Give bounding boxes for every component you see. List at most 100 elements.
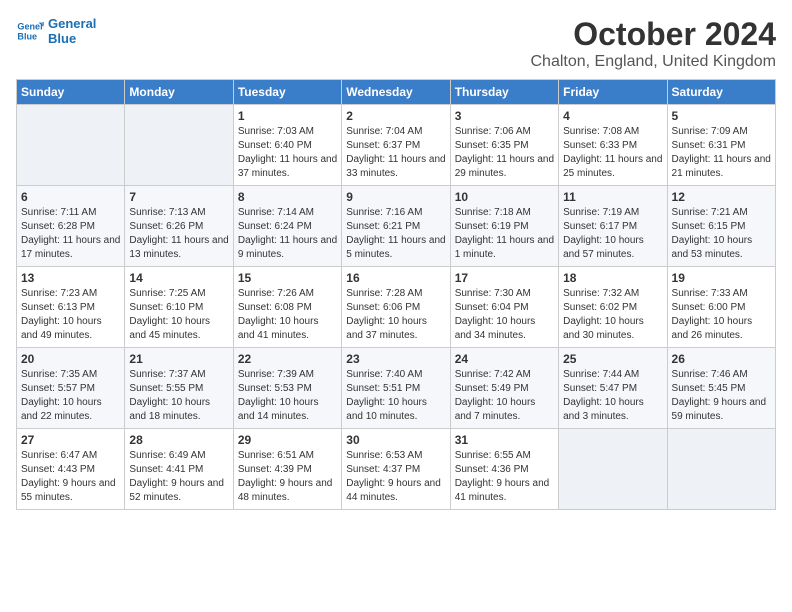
day-number: 5 bbox=[672, 109, 771, 123]
calendar-cell: 28 Sunrise: 6:49 AM Sunset: 4:41 PM Dayli… bbox=[125, 429, 233, 510]
week-row-5: 27Sunrise: 6:47 AM Sunset: 4:43 PM Dayli… bbox=[17, 429, 776, 510]
cell-content: Sunrise: 6:49 AM Sunset: 4:41 PM Dayligh… bbox=[129, 449, 228, 505]
cell-content: Sunrise: 7:25 AM Sunset: 6:10 PM Dayligh… bbox=[129, 287, 228, 343]
cell-content: Sunrise: 7:23 AM Sunset: 6:13 PM Dayligh… bbox=[21, 287, 120, 343]
calendar-cell: 20 Sunrise: 7:35 AM Sunset: 5:57 PM Dayli… bbox=[17, 348, 125, 429]
logo-icon: General Blue bbox=[16, 17, 44, 45]
calendar-cell: 15Sunrise: 7:26 AM Sunset: 6:08 PM Dayli… bbox=[233, 267, 341, 348]
calendar-cell: 2 Sunrise: 7:04 AM Sunset: 6:37 PM Daylig… bbox=[342, 105, 450, 186]
day-number: 10 bbox=[455, 190, 554, 204]
day-number: 20 bbox=[21, 352, 120, 366]
calendar-cell: 9 Sunrise: 7:16 AM Sunset: 6:21 PM Daylig… bbox=[342, 186, 450, 267]
cell-content: Sunrise: 7:37 AM Sunset: 5:55 PM Dayligh… bbox=[129, 368, 228, 424]
cell-content: Sunrise: 7:46 AM Sunset: 5:45 PM Dayligh… bbox=[672, 368, 771, 424]
calendar-table: SundayMondayTuesdayWednesdayThursdayFrid… bbox=[16, 79, 776, 510]
cell-content: Sunrise: 7:33 AM Sunset: 6:00 PM Dayligh… bbox=[672, 287, 771, 343]
day-number: 18 bbox=[563, 271, 662, 285]
day-number: 17 bbox=[455, 271, 554, 285]
day-number: 12 bbox=[672, 190, 771, 204]
cell-content: Sunrise: 7:08 AM Sunset: 6:33 PM Dayligh… bbox=[563, 125, 662, 181]
calendar-cell: 14 Sunrise: 7:25 AM Sunset: 6:10 PM Dayli… bbox=[125, 267, 233, 348]
calendar-cell: 23 Sunrise: 7:40 AM Sunset: 5:51 PM Dayli… bbox=[342, 348, 450, 429]
day-number: 4 bbox=[563, 109, 662, 123]
day-number: 25 bbox=[563, 352, 662, 366]
calendar-cell: 19 Sunrise: 7:33 AM Sunset: 6:00 PM Dayli… bbox=[667, 267, 775, 348]
cell-content: Sunrise: 7:32 AM Sunset: 6:02 PM Dayligh… bbox=[563, 287, 662, 343]
cell-content: Sunrise: 7:04 AM Sunset: 6:37 PM Dayligh… bbox=[346, 125, 445, 181]
cell-content: Sunrise: 7:28 AM Sunset: 6:06 PM Dayligh… bbox=[346, 287, 445, 343]
day-number: 19 bbox=[672, 271, 771, 285]
day-number: 26 bbox=[672, 352, 771, 366]
page-header: General Blue General Blue October 2024 C… bbox=[16, 16, 776, 71]
cell-content: Sunrise: 6:53 AM Sunset: 4:37 PM Dayligh… bbox=[346, 449, 445, 505]
col-header-saturday: Saturday bbox=[667, 80, 775, 105]
calendar-cell: 31 Sunrise: 6:55 AM Sunset: 4:36 PM Dayli… bbox=[450, 429, 558, 510]
calendar-cell: 5Sunrise: 7:09 AM Sunset: 6:31 PM Daylig… bbox=[667, 105, 775, 186]
col-header-monday: Monday bbox=[125, 80, 233, 105]
calendar-header: SundayMondayTuesdayWednesdayThursdayFrid… bbox=[17, 80, 776, 105]
cell-content: Sunrise: 7:16 AM Sunset: 6:21 PM Dayligh… bbox=[346, 206, 445, 262]
calendar-cell: 18 Sunrise: 7:32 AM Sunset: 6:02 PM Dayli… bbox=[559, 267, 667, 348]
cell-content: Sunrise: 7:19 AM Sunset: 6:17 PM Dayligh… bbox=[563, 206, 662, 262]
calendar-cell bbox=[17, 105, 125, 186]
cell-content: Sunrise: 7:03 AM Sunset: 6:40 PM Dayligh… bbox=[238, 125, 337, 181]
calendar-cell: 3Sunrise: 7:06 AM Sunset: 6:35 PM Daylig… bbox=[450, 105, 558, 186]
calendar-cell: 4 Sunrise: 7:08 AM Sunset: 6:33 PM Daylig… bbox=[559, 105, 667, 186]
calendar-cell: 29Sunrise: 6:51 AM Sunset: 4:39 PM Dayli… bbox=[233, 429, 341, 510]
day-number: 2 bbox=[346, 109, 445, 123]
svg-text:Blue: Blue bbox=[17, 31, 37, 41]
day-number: 16 bbox=[346, 271, 445, 285]
day-number: 31 bbox=[455, 433, 554, 447]
calendar-cell: 22Sunrise: 7:39 AM Sunset: 5:53 PM Dayli… bbox=[233, 348, 341, 429]
calendar-cell: 27Sunrise: 6:47 AM Sunset: 4:43 PM Dayli… bbox=[17, 429, 125, 510]
calendar-cell bbox=[125, 105, 233, 186]
calendar-cell: 10Sunrise: 7:18 AM Sunset: 6:19 PM Dayli… bbox=[450, 186, 558, 267]
day-number: 14 bbox=[129, 271, 228, 285]
col-header-friday: Friday bbox=[559, 80, 667, 105]
cell-content: Sunrise: 7:42 AM Sunset: 5:49 PM Dayligh… bbox=[455, 368, 554, 424]
week-row-3: 13 Sunrise: 7:23 AM Sunset: 6:13 PM Dayli… bbox=[17, 267, 776, 348]
calendar-cell: 24 Sunrise: 7:42 AM Sunset: 5:49 PM Dayli… bbox=[450, 348, 558, 429]
cell-content: Sunrise: 7:40 AM Sunset: 5:51 PM Dayligh… bbox=[346, 368, 445, 424]
day-number: 6 bbox=[21, 190, 120, 204]
cell-content: Sunrise: 7:06 AM Sunset: 6:35 PM Dayligh… bbox=[455, 125, 554, 181]
calendar-cell bbox=[559, 429, 667, 510]
day-number: 28 bbox=[129, 433, 228, 447]
calendar-cell: 16 Sunrise: 7:28 AM Sunset: 6:06 PM Dayli… bbox=[342, 267, 450, 348]
logo-line2: Blue bbox=[48, 31, 96, 46]
calendar-cell: 17Sunrise: 7:30 AM Sunset: 6:04 PM Dayli… bbox=[450, 267, 558, 348]
day-number: 24 bbox=[455, 352, 554, 366]
day-number: 22 bbox=[238, 352, 337, 366]
calendar-cell bbox=[667, 429, 775, 510]
logo: General Blue General Blue bbox=[16, 16, 96, 46]
cell-content: Sunrise: 7:13 AM Sunset: 6:26 PM Dayligh… bbox=[129, 206, 228, 262]
week-row-2: 6Sunrise: 7:11 AM Sunset: 6:28 PM Daylig… bbox=[17, 186, 776, 267]
calendar-cell: 26 Sunrise: 7:46 AM Sunset: 5:45 PM Dayli… bbox=[667, 348, 775, 429]
calendar-cell: 21Sunrise: 7:37 AM Sunset: 5:55 PM Dayli… bbox=[125, 348, 233, 429]
calendar-cell: 25 Sunrise: 7:44 AM Sunset: 5:47 PM Dayli… bbox=[559, 348, 667, 429]
day-number: 1 bbox=[238, 109, 337, 123]
col-header-tuesday: Tuesday bbox=[233, 80, 341, 105]
col-header-wednesday: Wednesday bbox=[342, 80, 450, 105]
cell-content: Sunrise: 7:14 AM Sunset: 6:24 PM Dayligh… bbox=[238, 206, 337, 262]
calendar-cell: 11Sunrise: 7:19 AM Sunset: 6:17 PM Dayli… bbox=[559, 186, 667, 267]
cell-content: Sunrise: 6:51 AM Sunset: 4:39 PM Dayligh… bbox=[238, 449, 337, 505]
cell-content: Sunrise: 7:26 AM Sunset: 6:08 PM Dayligh… bbox=[238, 287, 337, 343]
cell-content: Sunrise: 7:35 AM Sunset: 5:57 PM Dayligh… bbox=[21, 368, 120, 424]
week-row-1: 1 Sunrise: 7:03 AM Sunset: 6:40 PM Daylig… bbox=[17, 105, 776, 186]
calendar-cell: 7Sunrise: 7:13 AM Sunset: 6:26 PM Daylig… bbox=[125, 186, 233, 267]
day-number: 13 bbox=[21, 271, 120, 285]
day-number: 23 bbox=[346, 352, 445, 366]
cell-content: Sunrise: 7:44 AM Sunset: 5:47 PM Dayligh… bbox=[563, 368, 662, 424]
calendar-cell: 8Sunrise: 7:14 AM Sunset: 6:24 PM Daylig… bbox=[233, 186, 341, 267]
day-number: 9 bbox=[346, 190, 445, 204]
cell-content: Sunrise: 7:21 AM Sunset: 6:15 PM Dayligh… bbox=[672, 206, 771, 262]
logo-line1: General bbox=[48, 16, 96, 31]
calendar-cell: 30 Sunrise: 6:53 AM Sunset: 4:37 PM Dayli… bbox=[342, 429, 450, 510]
calendar-cell: 13 Sunrise: 7:23 AM Sunset: 6:13 PM Dayli… bbox=[17, 267, 125, 348]
cell-content: Sunrise: 6:55 AM Sunset: 4:36 PM Dayligh… bbox=[455, 449, 554, 505]
calendar-cell: 1 Sunrise: 7:03 AM Sunset: 6:40 PM Daylig… bbox=[233, 105, 341, 186]
day-number: 30 bbox=[346, 433, 445, 447]
col-header-sunday: Sunday bbox=[17, 80, 125, 105]
cell-content: Sunrise: 6:47 AM Sunset: 4:43 PM Dayligh… bbox=[21, 449, 120, 505]
